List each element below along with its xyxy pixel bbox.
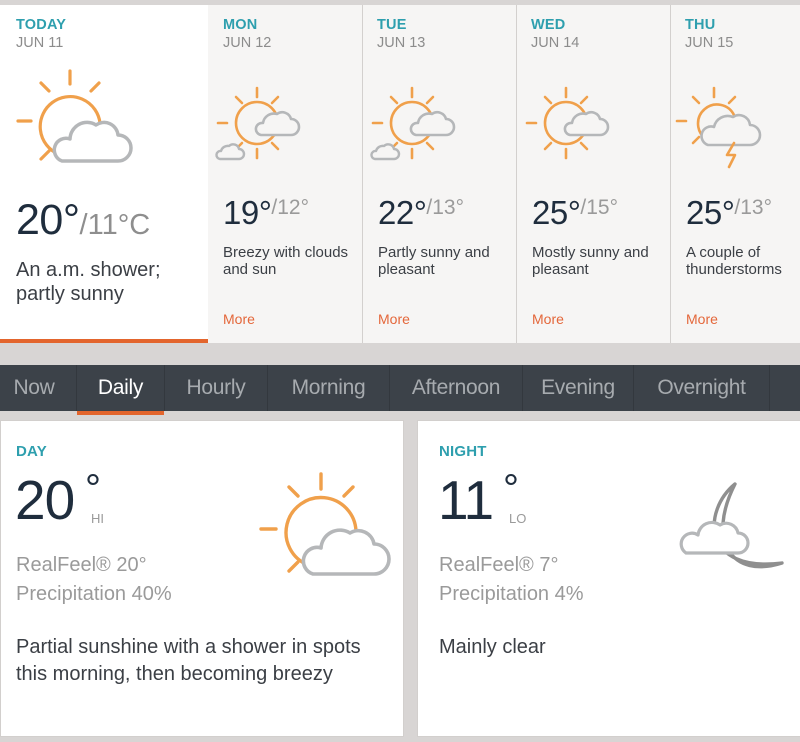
day-of-week: MON [223,17,258,33]
tab-overnight[interactable]: Overnight [634,365,770,411]
low-temp: /13° [426,196,464,219]
sun-small-cloud-icon [522,83,610,171]
day-of-week: THU [685,17,716,33]
high-temp: 25° [532,194,581,231]
tab-overflow[interactable] [770,365,800,411]
daily-forecast-strip: TODAY JUN 11 20°/11°C An a.m. shower; pa… [0,5,800,343]
more-link[interactable]: More [378,311,410,327]
temperature-range: 20°/11°C [16,196,150,245]
tab-evening[interactable]: Evening [523,365,634,411]
night-details-panel: NIGHT 11 ° LO RealFeel® 7° Precipitation… [417,420,800,737]
tab-afternoon[interactable]: Afternoon [390,365,523,411]
forecast-date: JUN 15 [685,35,734,51]
sun-cloud-icon [256,471,391,581]
forecast-card-thu[interactable]: THU JUN 15 25°/13° A couple of thunderst… [671,5,800,343]
forecast-phrase: Mostly sunny and pleasant [532,244,649,278]
degree-symbol: ° [503,467,519,511]
forecast-phrase: Breezy with clouds and sun [223,244,349,278]
realfeel-value: RealFeel® 7° [439,554,559,576]
low-temp: /11°C [79,209,151,241]
tab-daily[interactable]: Daily [77,365,165,415]
day-of-week: WED [531,17,566,33]
temperature-range: 25°/15° [532,194,618,232]
temperature-range: 19°/12° [223,194,309,232]
high-temperature: 20 [15,469,75,531]
low-temp: /15° [580,196,618,219]
panel-label: DAY [16,443,47,460]
temperature-range: 25°/13° [686,194,772,232]
day-of-week: TODAY [16,17,67,33]
tab-hourly[interactable]: Hourly [165,365,268,411]
sun-clouds-icon [213,83,301,171]
low-temp: /12° [271,196,309,219]
low-temperature: 11 [438,469,494,531]
day-phrase: Partial sunshine with a shower in spots … [16,636,361,685]
low-temp: /13° [734,196,772,219]
day-of-week: TUE [377,17,407,33]
high-temp: 22° [378,194,427,231]
forecast-card-mon[interactable]: MON JUN 12 19°/12° Breezy with clouds an… [208,5,363,343]
tab-morning[interactable]: Morning [268,365,390,411]
forecast-card-wed[interactable]: WED JUN 14 25°/15° Mostly sunny and plea… [517,5,671,343]
sun-cloud-icon [14,67,133,171]
forecast-date: JUN 11 [16,35,64,51]
more-link[interactable]: More [532,311,564,327]
forecast-phrase: Partly sunny and pleasant [378,244,490,278]
precipitation-value: Precipitation 4% [439,583,584,605]
forecast-card-tue[interactable]: TUE JUN 13 22°/13° Partly sunny and plea… [363,5,517,343]
realfeel-value: RealFeel® 20° [16,554,147,576]
temperature-range: 22°/13° [378,194,464,232]
sun-thunderstorm-icon [675,83,764,171]
more-link[interactable]: More [686,311,718,327]
tab-now[interactable]: Now [0,365,77,411]
forecast-period-tabs: Now Daily Hourly Morning Afternoon Eveni… [0,365,800,415]
high-temp: 20° [16,196,80,244]
panel-label: NIGHT [439,443,487,460]
day-details-panel: DAY 20 ° HI RealFeel® 20° Precipitation … [0,420,404,737]
lo-label: LO [509,511,527,526]
forecast-date: JUN 14 [531,35,580,51]
precipitation-value: Precipitation 40% [16,583,172,605]
high-temp: 19° [223,194,272,231]
forecast-date: JUN 13 [377,35,426,51]
forecast-phrase: An a.m. shower; partly sunny [16,259,161,305]
moon-cloud-icon [679,481,792,591]
degree-symbol: ° [85,467,101,511]
forecast-phrase: A couple of thunderstorms [686,244,782,278]
sun-clouds-icon [368,83,456,171]
hi-label: HI [91,511,104,526]
forecast-date: JUN 12 [223,35,272,51]
night-phrase: Mainly clear [439,636,546,658]
high-temp: 25° [686,194,735,231]
more-link[interactable]: More [223,311,255,327]
forecast-card-today[interactable]: TODAY JUN 11 20°/11°C An a.m. shower; pa… [0,5,208,343]
